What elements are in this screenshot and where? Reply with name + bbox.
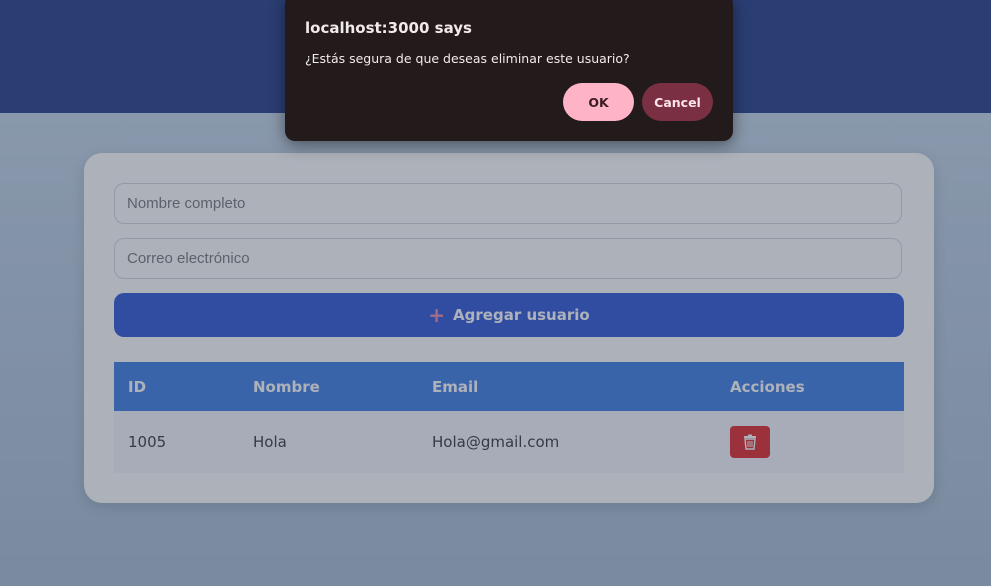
- ok-button[interactable]: OK: [563, 83, 634, 121]
- cancel-button[interactable]: Cancel: [642, 83, 713, 121]
- confirm-dialog: localhost:3000 says ¿Estás segura de que…: [285, 0, 733, 141]
- dialog-message: ¿Estás segura de que deseas eliminar est…: [305, 51, 630, 66]
- dialog-title: localhost:3000 says: [305, 19, 472, 37]
